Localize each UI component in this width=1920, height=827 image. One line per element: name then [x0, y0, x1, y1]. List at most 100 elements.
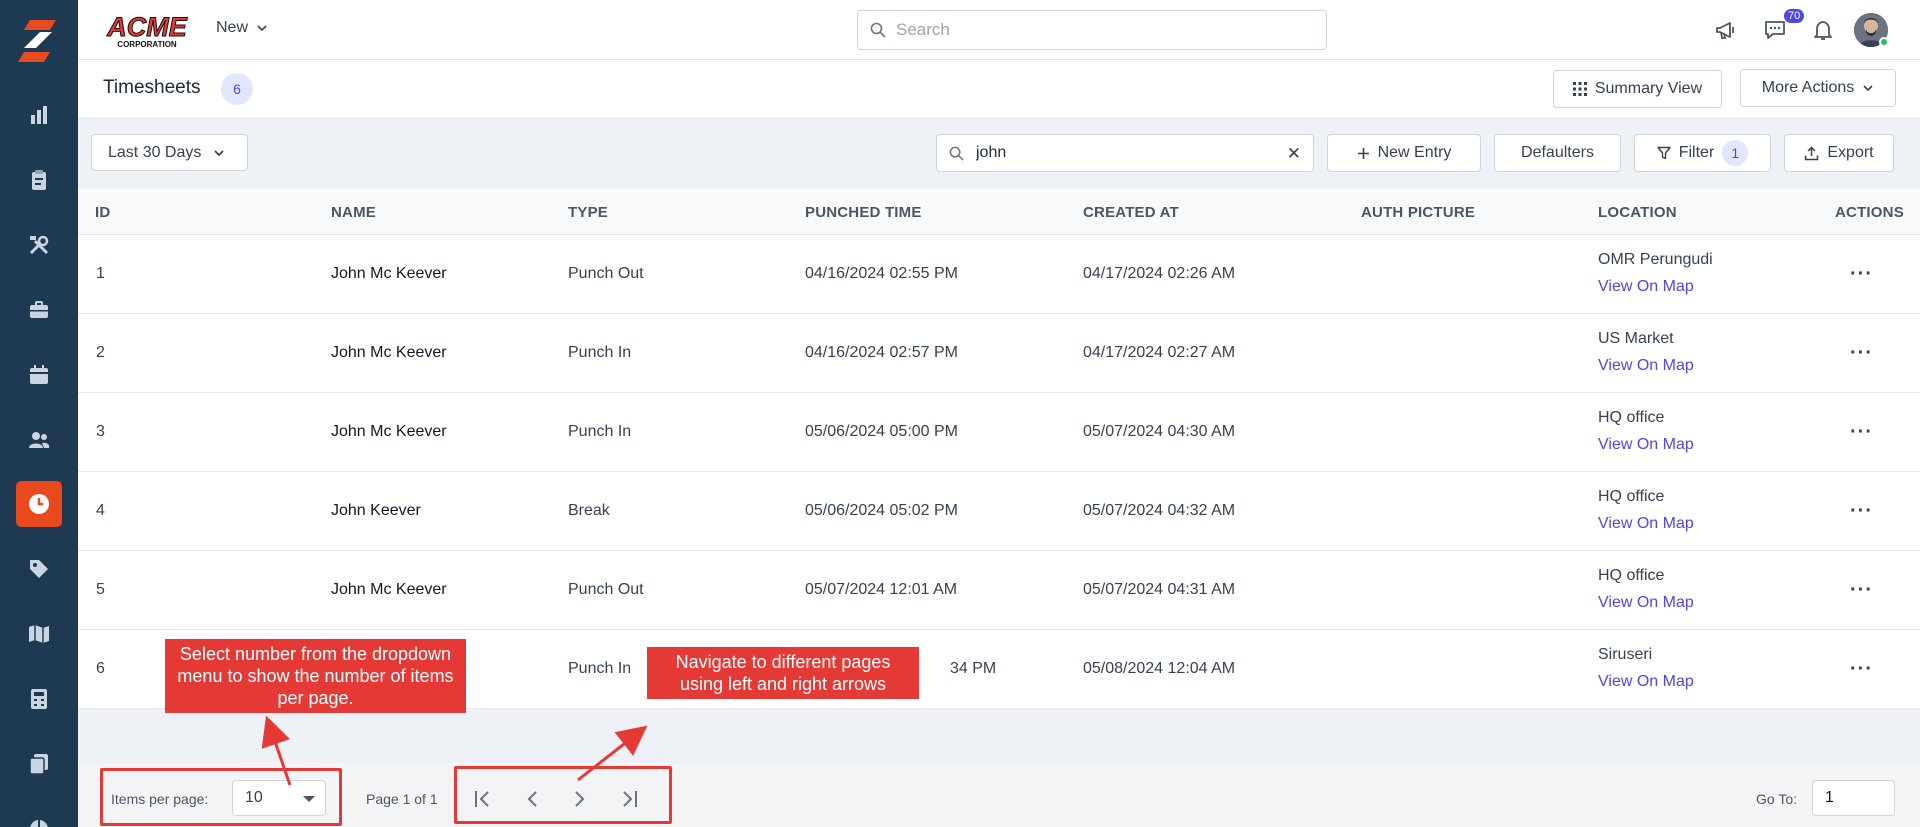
filter-button[interactable]: Filter 1 — [1634, 134, 1771, 172]
cell-type: Break — [568, 502, 610, 519]
column-header-name[interactable]: NAME — [331, 204, 376, 221]
sidebar-item-calculator[interactable] — [16, 676, 62, 722]
svg-text:ACME: ACME — [106, 12, 187, 42]
announcements-button[interactable] — [1712, 16, 1740, 44]
row-actions-icon[interactable]: ··· — [1850, 658, 1873, 681]
new-dropdown-button[interactable]: New — [216, 19, 268, 37]
documents-icon — [29, 754, 48, 775]
row-actions-icon[interactable]: ··· — [1850, 500, 1873, 523]
goto-page-value: 1 — [1825, 789, 1834, 806]
cell-type: Punch Out — [568, 581, 644, 598]
sidebar-item-map[interactable] — [16, 611, 62, 657]
global-search-input[interactable] — [896, 20, 1296, 40]
cell-created-at: 05/07/2024 04:30 AM — [1083, 423, 1236, 440]
plus-icon — [1357, 147, 1369, 159]
pie-chart-icon — [30, 820, 48, 827]
notifications-button[interactable] — [1809, 16, 1837, 44]
summary-view-button[interactable]: Summary View — [1553, 70, 1722, 108]
cell-punched-time: 34 PM — [950, 660, 997, 677]
sidebar-item-jobs[interactable] — [16, 157, 62, 203]
defaulters-button[interactable]: Defaulters — [1494, 134, 1621, 172]
pagination-highlight — [454, 766, 672, 824]
bar-chart-icon — [31, 106, 47, 124]
view-on-map-link[interactable]: View On Map — [1598, 436, 1694, 454]
cell-created-at: 05/07/2024 04:32 AM — [1083, 502, 1236, 519]
calendar-icon — [30, 365, 48, 384]
date-range-dropdown[interactable]: Last 30 Days — [91, 134, 248, 171]
column-header-actions: ACTIONS — [1835, 204, 1904, 221]
timesheets-table: ID NAME TYPE PUNCHED TIME CREATED AT AUT… — [78, 189, 1920, 709]
table-row[interactable]: 3 John Mc Keever Punch In 05/06/2024 05:… — [78, 393, 1920, 472]
sidebar-item-calendar[interactable] — [16, 352, 62, 398]
chevron-down-icon — [1863, 85, 1873, 92]
table-row[interactable]: 1 John Mc Keever Punch Out 04/16/2024 02… — [78, 235, 1920, 314]
sidebar-item-timesheets[interactable] — [16, 481, 62, 527]
row-actions-icon[interactable]: ··· — [1850, 263, 1873, 286]
view-on-map-link[interactable]: View On Map — [1598, 515, 1694, 533]
summary-view-label: Summary View — [1594, 80, 1703, 97]
sidebar-item-documents[interactable] — [16, 741, 62, 787]
clock-icon — [29, 494, 49, 514]
cell-id: 1 — [96, 265, 105, 282]
cell-punched-time: 04/16/2024 02:57 PM — [805, 344, 959, 361]
cell-created-at: 04/17/2024 02:26 AM — [1083, 265, 1236, 282]
grid-dots-icon — [1572, 82, 1587, 96]
cell-location: HQ office — [1598, 567, 1665, 584]
column-header-punched-time[interactable]: PUNCHED TIME — [805, 204, 922, 221]
goto-page-input[interactable]: 1 — [1812, 780, 1895, 816]
cell-type: Punch In — [568, 344, 632, 361]
defaulters-label: Defaulters — [1521, 144, 1594, 161]
app-logo-icon[interactable] — [16, 18, 62, 68]
column-header-type[interactable]: TYPE — [568, 204, 608, 221]
column-header-id[interactable]: ID — [95, 204, 110, 221]
cell-created-at: 05/07/2024 04:31 AM — [1083, 581, 1236, 598]
cell-name: John Keever — [331, 502, 421, 519]
export-button[interactable]: Export — [1784, 134, 1894, 172]
view-on-map-link[interactable]: View On Map — [1598, 594, 1694, 612]
cell-type: Punch In — [568, 423, 632, 440]
view-on-map-link[interactable]: View On Map — [1598, 278, 1694, 296]
column-header-auth-picture[interactable]: AUTH PICTURE — [1361, 204, 1475, 221]
row-actions-icon[interactable]: ··· — [1850, 342, 1873, 365]
cell-created-at: 04/17/2024 02:27 AM — [1083, 344, 1236, 361]
cell-punched-time: 05/07/2024 12:01 AM — [805, 581, 958, 598]
notification-count-badge: 70 — [1784, 9, 1805, 23]
table-row[interactable]: 4 John Keever Break 05/06/2024 05:02 PM … — [78, 472, 1920, 551]
cell-punched-time: 05/06/2024 05:02 PM — [805, 502, 959, 519]
clear-search-icon[interactable]: ✕ — [1287, 144, 1301, 164]
row-actions-icon[interactable]: ··· — [1850, 421, 1873, 444]
online-status-dot — [1879, 37, 1889, 47]
row-actions-icon[interactable]: ··· — [1850, 579, 1873, 602]
sidebar-item-reports[interactable] — [16, 92, 62, 138]
acme-logo[interactable]: ACME CORPORATION — [104, 12, 190, 50]
new-entry-button[interactable]: New Entry — [1327, 134, 1481, 172]
cell-name: John Mc Keever — [331, 265, 447, 282]
table-row[interactable]: 5 John Mc Keever Punch Out 05/07/2024 12… — [78, 551, 1920, 630]
sidebar-item-tools[interactable] — [16, 222, 62, 268]
sidebar-item-tags[interactable] — [16, 546, 62, 592]
cell-id: 3 — [96, 423, 105, 440]
sidebar-item-work[interactable] — [16, 287, 62, 333]
column-header-created-at[interactable]: CREATED AT — [1083, 204, 1179, 221]
column-header-location[interactable]: LOCATION — [1598, 204, 1677, 221]
table-header-row: ID NAME TYPE PUNCHED TIME CREATED AT AUT… — [78, 189, 1920, 235]
briefcase-icon — [30, 301, 48, 318]
more-actions-button[interactable]: More Actions — [1740, 69, 1896, 107]
filter-label: Filter — [1678, 144, 1715, 161]
table-row[interactable]: 2 John Mc Keever Punch In 04/16/2024 02:… — [78, 314, 1920, 393]
view-on-map-link[interactable]: View On Map — [1598, 673, 1694, 691]
search-icon — [870, 22, 886, 38]
filter-icon — [1657, 146, 1671, 160]
page-info: Page 1 of 1 — [366, 791, 438, 807]
calculator-icon — [31, 689, 47, 709]
table-search[interactable]: ✕ — [936, 134, 1314, 172]
table-search-input[interactable] — [976, 144, 1276, 162]
global-search[interactable] — [857, 10, 1327, 50]
items-per-page-highlight — [100, 768, 342, 826]
cell-created-at: 05/08/2024 12:04 AM — [1083, 660, 1236, 677]
cell-id: 5 — [96, 581, 105, 598]
sidebar-item-users[interactable] — [16, 417, 62, 463]
view-on-map-link[interactable]: View On Map — [1598, 357, 1694, 375]
sidebar-item-analytics[interactable] — [16, 806, 62, 827]
page-title-bar: Timesheets 6 Summary View More Actions — [78, 60, 1920, 119]
